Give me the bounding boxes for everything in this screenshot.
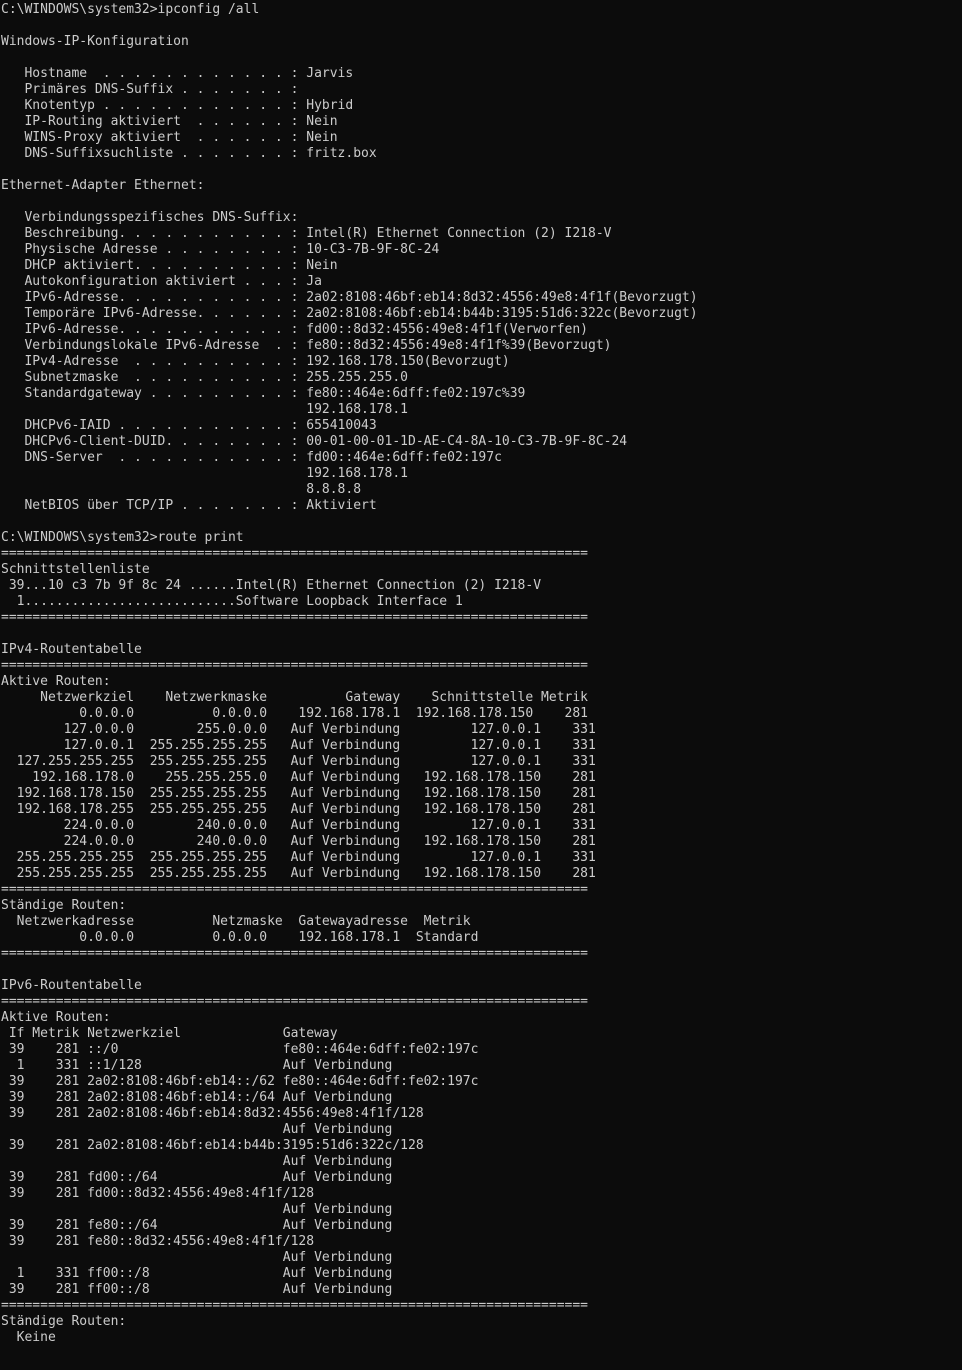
console-line: DNS-Server . . . . . . . . . . . : fd00:… bbox=[1, 450, 502, 465]
console-line: Aktive Routen: bbox=[1, 1010, 111, 1025]
console-line: ========================================… bbox=[1, 610, 588, 625]
console-line: Beschreibung. . . . . . . . . . . : Inte… bbox=[1, 226, 612, 241]
console-output: C:\WINDOWS\system32>ipconfig /all Windows… bbox=[0, 0, 962, 1346]
console-line: 8.8.8.8 bbox=[1, 482, 362, 497]
console-line: 39 281 ::/0 fe80::464e:6dff:fe02:197c bbox=[1, 1042, 479, 1057]
console-line: 39 281 fd00::/64 Auf Verbindung bbox=[1, 1170, 393, 1185]
console-line: 39 281 2a02:8108:46bf:eb14:b44b:3195:51d… bbox=[1, 1138, 424, 1153]
console-line: 39 281 2a02:8108:46bf:eb14:8d32:4556:49e… bbox=[1, 1106, 424, 1121]
console-line: Auf Verbindung bbox=[1, 1250, 393, 1265]
console-line: Standardgateway . . . . . . . . . : fe80… bbox=[1, 386, 526, 401]
console-line: Primäres DNS-Suffix . . . . . . . : bbox=[1, 82, 299, 97]
console-line: 39 281 fe80::8d32:4556:49e8:4f1f/128 bbox=[1, 1234, 315, 1249]
console-line: IPv4-Routentabelle bbox=[1, 642, 142, 657]
console-line: Autokonfiguration aktiviert . . . : Ja bbox=[1, 274, 322, 289]
console-line: Verbindungslokale IPv6-Adresse . : fe80:… bbox=[1, 338, 612, 353]
console-line: 39 281 fd00::8d32:4556:49e8:4f1f/128 bbox=[1, 1186, 315, 1201]
console-line: 39 281 2a02:8108:46bf:eb14::/62 fe80::46… bbox=[1, 1074, 479, 1089]
console-line: DNS-Suffixsuchliste . . . . . . . : frit… bbox=[1, 146, 377, 161]
console-line: Physische Adresse . . . . . . . . : 10-C… bbox=[1, 242, 440, 257]
console-line: 192.168.178.1 bbox=[1, 402, 408, 417]
console-line: 127.0.0.1 255.255.255.255 Auf Verbindung… bbox=[1, 738, 596, 753]
console-line: 255.255.255.255 255.255.255.255 Auf Verb… bbox=[1, 866, 596, 881]
console-window[interactable]: C:\WINDOWS\system32>ipconfig /all Windows… bbox=[0, 0, 962, 1370]
console-line: Netzwerkziel Netzwerkmaske Gateway Schni… bbox=[1, 690, 588, 705]
console-line: Subnetzmaske . . . . . . . . . . : 255.2… bbox=[1, 370, 408, 385]
console-line: NetBIOS über TCP/IP . . . . . . . : Akti… bbox=[1, 498, 377, 513]
console-line: If Metrik Netzwerkziel Gateway bbox=[1, 1026, 338, 1041]
console-line: Hostname . . . . . . . . . . . . : Jarvi… bbox=[1, 66, 354, 81]
console-line: Verbindungsspezifisches DNS-Suffix: bbox=[1, 210, 299, 225]
console-line: C:\WINDOWS\system32>route print bbox=[1, 530, 244, 545]
console-line: ========================================… bbox=[1, 1298, 588, 1313]
console-line: ========================================… bbox=[1, 994, 588, 1009]
console-line: 224.0.0.0 240.0.0.0 Auf Verbindung 192.1… bbox=[1, 834, 596, 849]
console-line: Ethernet-Adapter Ethernet: bbox=[1, 178, 205, 193]
console-line: Auf Verbindung bbox=[1, 1202, 393, 1217]
console-line: 0.0.0.0 0.0.0.0 192.168.178.1 Standard bbox=[1, 930, 479, 945]
console-line: IPv6-Routentabelle bbox=[1, 978, 142, 993]
console-line: 192.168.178.1 bbox=[1, 466, 408, 481]
console-line: 192.168.178.0 255.255.255.0 Auf Verbindu… bbox=[1, 770, 596, 785]
console-line: Auf Verbindung bbox=[1, 1154, 393, 1169]
console-line: WINS-Proxy aktiviert . . . . . . : Nein bbox=[1, 130, 338, 145]
console-line: IP-Routing aktiviert . . . . . . : Nein bbox=[1, 114, 338, 129]
console-line: Netzwerkadresse Netzmaske Gatewayadresse… bbox=[1, 914, 471, 929]
console-line: IPv4-Adresse . . . . . . . . . . : 192.1… bbox=[1, 354, 510, 369]
console-line: 39...10 c3 7b 9f 8c 24 ......Intel(R) Et… bbox=[1, 578, 542, 593]
console-line: Knotentyp . . . . . . . . . . . . : Hybr… bbox=[1, 98, 354, 113]
console-line: 0.0.0.0 0.0.0.0 192.168.178.1 192.168.17… bbox=[1, 706, 588, 721]
console-line: IPv6-Adresse. . . . . . . . . . . : 2a02… bbox=[1, 290, 698, 305]
console-line: 1 331 ff00::/8 Auf Verbindung bbox=[1, 1266, 393, 1281]
console-line: Schnittstellenliste bbox=[1, 562, 150, 577]
console-line: 39 281 ff00::/8 Auf Verbindung bbox=[1, 1282, 393, 1297]
console-line: Temporäre IPv6-Adresse. . . . . . : 2a02… bbox=[1, 306, 698, 321]
console-line: DHCPv6-IAID . . . . . . . . . . . : 6554… bbox=[1, 418, 377, 433]
console-line: 1...........................Software Loo… bbox=[1, 594, 463, 609]
console-line: 192.168.178.150 255.255.255.255 Auf Verb… bbox=[1, 786, 596, 801]
console-line: Ständige Routen: bbox=[1, 1314, 127, 1329]
console-line: Aktive Routen: bbox=[1, 674, 111, 689]
console-line: ========================================… bbox=[1, 546, 588, 561]
console-line: Keine bbox=[1, 1330, 56, 1345]
console-line: 255.255.255.255 255.255.255.255 Auf Verb… bbox=[1, 850, 596, 865]
console-line: 224.0.0.0 240.0.0.0 Auf Verbindung 127.0… bbox=[1, 818, 596, 833]
console-line: ========================================… bbox=[1, 658, 588, 673]
console-line: ========================================… bbox=[1, 882, 588, 897]
console-line: 127.255.255.255 255.255.255.255 Auf Verb… bbox=[1, 754, 596, 769]
console-line: 192.168.178.255 255.255.255.255 Auf Verb… bbox=[1, 802, 596, 817]
console-line: Auf Verbindung bbox=[1, 1122, 393, 1137]
console-line: ========================================… bbox=[1, 946, 588, 961]
console-line: 1 331 ::1/128 Auf Verbindung bbox=[1, 1058, 393, 1073]
console-line: 127.0.0.0 255.0.0.0 Auf Verbindung 127.0… bbox=[1, 722, 596, 737]
console-line: DHCPv6-Client-DUID. . . . . . . . : 00-0… bbox=[1, 434, 628, 449]
console-line: DHCP aktiviert. . . . . . . . . . : Nein bbox=[1, 258, 338, 273]
console-line: Ständige Routen: bbox=[1, 898, 127, 913]
console-line: 39 281 fe80::/64 Auf Verbindung bbox=[1, 1218, 393, 1233]
console-line: IPv6-Adresse. . . . . . . . . . . : fd00… bbox=[1, 322, 588, 337]
console-line: 39 281 2a02:8108:46bf:eb14::/64 Auf Verb… bbox=[1, 1090, 393, 1105]
console-line: C:\WINDOWS\system32>ipconfig /all bbox=[1, 2, 260, 17]
console-line: Windows-IP-Konfiguration bbox=[1, 34, 189, 49]
